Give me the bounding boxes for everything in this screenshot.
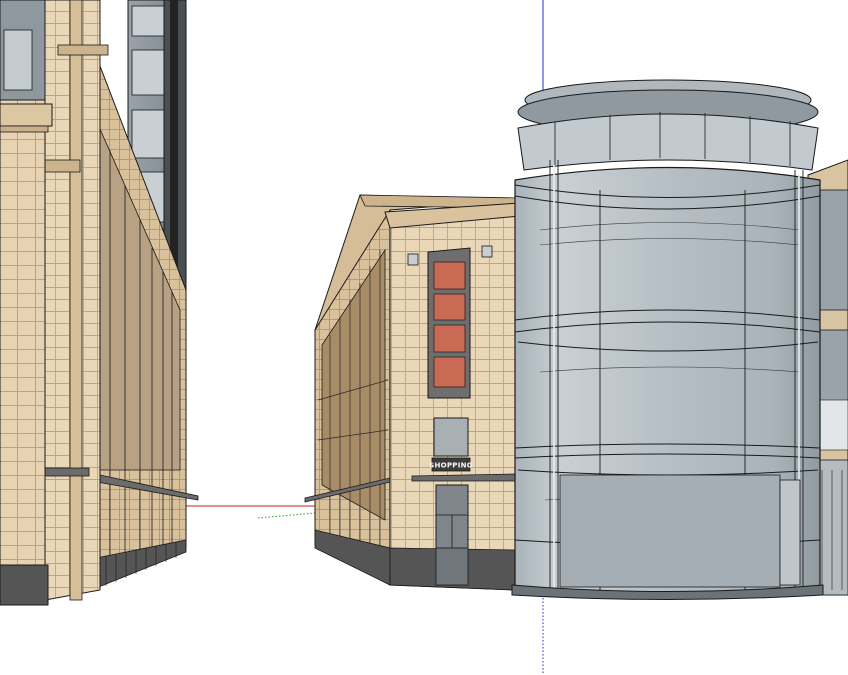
- facade-ornament-left: [407, 253, 419, 266]
- entrance-upper-glass: [433, 417, 469, 457]
- shopping-building[interactable]: SHOPPING: [304, 194, 521, 591]
- left-building-group[interactable]: [0, 0, 199, 606]
- green-axis-dotted-line: [257, 512, 316, 519]
- facade-ornament-right: [481, 245, 493, 258]
- glass-cylinder[interactable]: [511, 79, 824, 600]
- cylinder-top-pavilion: [517, 113, 819, 171]
- cylinder-lower-glazing: [559, 474, 781, 588]
- left-near-block: [0, 99, 46, 606]
- vertical-window-strip: [427, 247, 471, 399]
- scene-canvas[interactable]: SHOPPING: [0, 0, 848, 675]
- shopping-sign-text: SHOPPING: [429, 462, 473, 470]
- model-viewport[interactable]: SHOPPING: [0, 0, 848, 675]
